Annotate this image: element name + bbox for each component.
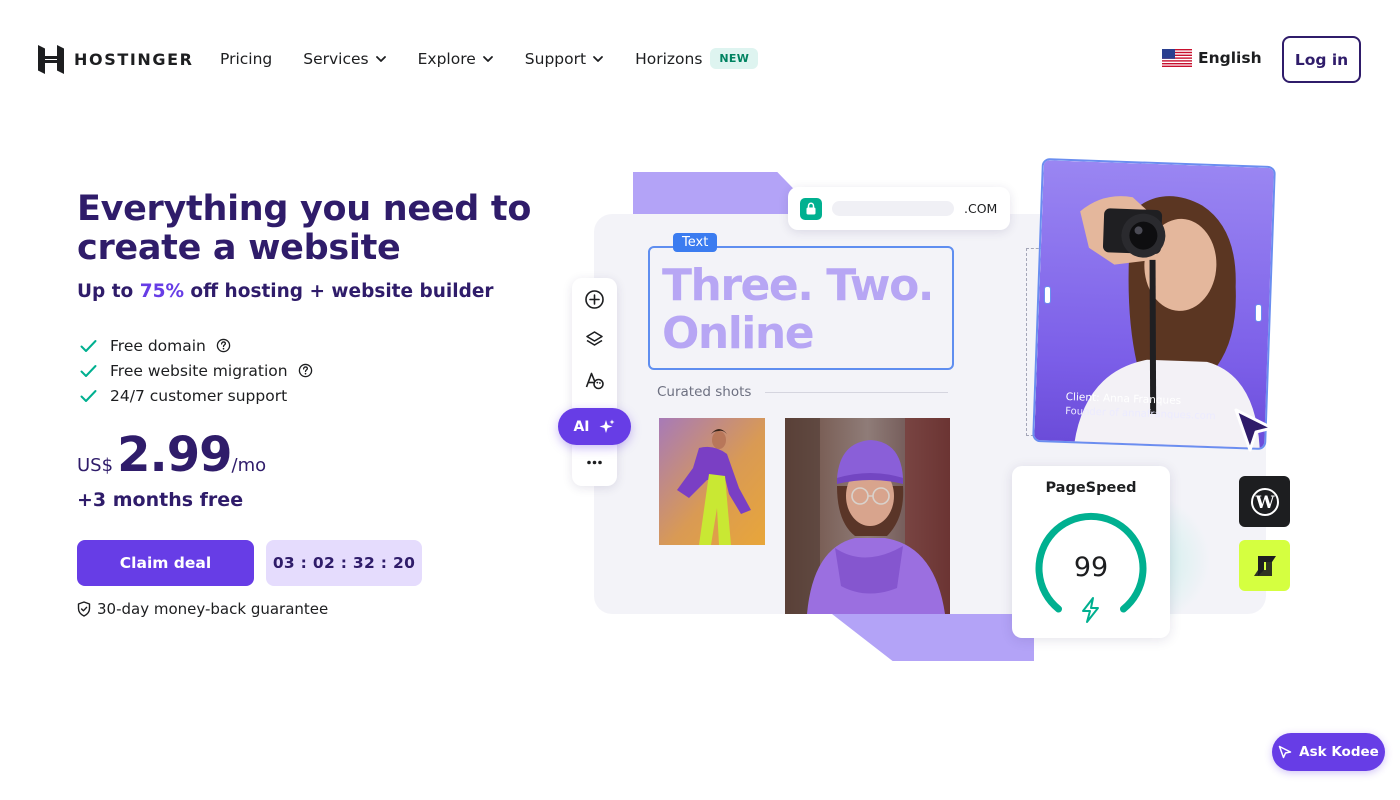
us-flag-icon bbox=[1162, 49, 1192, 67]
nav-support[interactable]: Support bbox=[525, 50, 604, 68]
subtitle-suffix: off hosting + website builder bbox=[183, 281, 494, 302]
cursor-icon bbox=[1234, 408, 1274, 452]
builder-toolbar bbox=[572, 278, 617, 486]
money-back-guarantee: 30-day money-back guarantee bbox=[77, 600, 328, 618]
check-icon bbox=[80, 364, 97, 377]
help-circle-icon[interactable] bbox=[298, 363, 313, 378]
curated-photo-1 bbox=[659, 418, 765, 545]
hostinger-logo-icon bbox=[38, 45, 64, 74]
language-label: English bbox=[1198, 49, 1262, 67]
shield-icon bbox=[77, 601, 91, 617]
builder-headline: Three. Two. Online bbox=[662, 260, 935, 359]
check-icon bbox=[80, 389, 97, 402]
feature-item: 24/7 customer support bbox=[80, 383, 313, 408]
countdown-timer: 03 : 02 : 32 : 20 bbox=[266, 540, 422, 586]
feature-label: 24/7 customer support bbox=[110, 386, 288, 405]
url-domain: .COM bbox=[964, 201, 998, 216]
nav-horizons[interactable]: Horizons NEW bbox=[635, 48, 759, 69]
chevron-down-icon bbox=[375, 55, 386, 62]
lock-icon bbox=[800, 197, 822, 220]
layers-icon bbox=[586, 331, 603, 346]
subtitle-prefix: Up to bbox=[77, 281, 140, 302]
ask-kodee-button[interactable]: Ask Kodee bbox=[1272, 733, 1385, 771]
claim-deal-button[interactable]: Claim deal bbox=[77, 540, 254, 586]
hostinger-logo[interactable]: HOSTINGER bbox=[38, 45, 194, 74]
headline-line-1: Three. Two. bbox=[662, 260, 935, 311]
more-icon bbox=[587, 460, 602, 465]
wordpress-icon: W bbox=[1239, 476, 1290, 527]
guarantee-label: 30-day money-back guarantee bbox=[97, 600, 329, 618]
feature-label: Free domain bbox=[110, 336, 206, 355]
feature-list: Free domain Free website migration 24/7 … bbox=[80, 333, 313, 408]
feature-label: Free website migration bbox=[110, 361, 288, 380]
bonus-offer: +3 months free bbox=[77, 489, 244, 511]
decor-shape-bottom bbox=[832, 614, 1034, 661]
style-icon bbox=[585, 372, 604, 390]
nav-explore[interactable]: Explore bbox=[418, 50, 494, 68]
chevron-down-icon bbox=[482, 55, 493, 62]
nav-support-label: Support bbox=[524, 49, 587, 68]
feature-item: Free domain bbox=[80, 333, 313, 358]
help-circle-icon[interactable] bbox=[216, 338, 231, 353]
nav-explore-label: Explore bbox=[417, 49, 476, 68]
ai-button[interactable]: AI bbox=[558, 408, 631, 445]
hero-subtitle: Up to 75% off hosting + website builder bbox=[77, 281, 494, 302]
hero-title: Everything you need to create a website bbox=[77, 189, 532, 268]
url-placeholder-bar bbox=[832, 201, 954, 216]
check-icon bbox=[80, 339, 97, 352]
price-amount: 2.99 bbox=[117, 427, 232, 483]
kodee-icon bbox=[1278, 745, 1292, 759]
price-currency: US$ bbox=[77, 455, 114, 476]
text-element-tag: Text bbox=[673, 233, 718, 252]
ask-kodee-label: Ask Kodee bbox=[1299, 744, 1379, 760]
login-button[interactable]: Log in bbox=[1282, 36, 1361, 83]
divider bbox=[765, 392, 948, 393]
language-selector[interactable]: English bbox=[1162, 49, 1262, 67]
headline-line-2: Online bbox=[662, 308, 815, 359]
feature-item: Free website migration bbox=[80, 358, 313, 383]
nav-services[interactable]: Services bbox=[303, 50, 386, 68]
nav-pricing-label: Pricing bbox=[220, 49, 273, 68]
resize-handle-right bbox=[1255, 304, 1262, 322]
new-badge: NEW bbox=[710, 48, 759, 69]
sparkle-icon bbox=[599, 419, 615, 433]
nav-horizons-label: Horizons bbox=[635, 49, 703, 68]
add-circle-icon bbox=[585, 290, 604, 309]
curated-shots-label: Curated shots bbox=[657, 384, 752, 400]
main-nav: Pricing Services Explore Support Horizon… bbox=[220, 48, 789, 69]
ai-label: AI bbox=[573, 418, 590, 435]
price-period: /mo bbox=[231, 455, 267, 476]
nav-services-label: Services bbox=[303, 49, 369, 68]
pagespeed-card: PageSpeed 99 bbox=[1012, 466, 1170, 638]
cms-icon bbox=[1239, 540, 1290, 591]
price: US$ 2.99 /mo bbox=[77, 427, 266, 483]
curated-photo-2 bbox=[785, 418, 950, 614]
chevron-down-icon bbox=[593, 55, 603, 62]
resize-handle-left bbox=[1044, 286, 1051, 304]
pagespeed-title: PageSpeed bbox=[1045, 480, 1137, 496]
url-bar: .COM bbox=[788, 187, 1010, 230]
pagespeed-score: 99 bbox=[1073, 552, 1109, 583]
svg-text:W: W bbox=[1254, 493, 1275, 513]
brand-name: HOSTINGER bbox=[74, 50, 194, 69]
nav-pricing[interactable]: Pricing bbox=[220, 50, 272, 68]
subtitle-discount: 75% bbox=[139, 281, 184, 302]
